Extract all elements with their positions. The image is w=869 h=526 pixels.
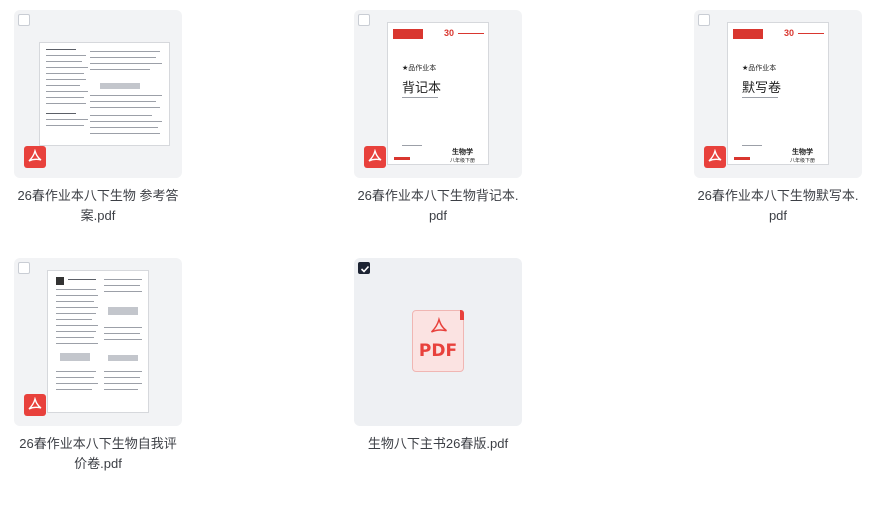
file-thumbnail[interactable] bbox=[14, 258, 182, 426]
document-preview bbox=[47, 270, 149, 413]
document-preview: 30 ★品作业本 背记本 生物学 八年级下册 bbox=[387, 22, 489, 165]
file-item[interactable]: 30 ★品作业本 背记本 生物学 八年级下册 26春作业本八下生物背记本.pdf bbox=[354, 10, 522, 226]
anniversary-mark: 30 bbox=[784, 28, 795, 38]
select-checkbox[interactable] bbox=[18, 14, 30, 26]
subject-label: 生物学 bbox=[452, 149, 473, 156]
file-item[interactable]: 26春作业本八下生物自我评价卷.pdf bbox=[14, 258, 182, 474]
document-preview bbox=[39, 42, 170, 146]
grade-label: 八年级下册 bbox=[450, 158, 476, 164]
cover-title: 默写卷 bbox=[742, 80, 782, 95]
subject-label: 生物学 bbox=[792, 149, 813, 156]
publisher-logo bbox=[733, 29, 763, 39]
file-name[interactable]: 26春作业本八下生物 参考答案.pdf bbox=[14, 186, 182, 226]
cover-title: 背记本 bbox=[402, 80, 442, 95]
file-item[interactable]: PDF 生物八下主书26春版.pdf bbox=[354, 258, 522, 454]
file-name[interactable]: 26春作业本八下生物默写本.pdf bbox=[694, 186, 862, 226]
file-name[interactable]: 26春作业本八下生物自我评价卷.pdf bbox=[14, 434, 182, 474]
file-thumbnail[interactable]: 30 ★品作业本 默写卷 生物学 八年级下册 bbox=[694, 10, 862, 178]
grade-label: 八年级下册 bbox=[790, 158, 816, 164]
select-checkbox[interactable] bbox=[358, 14, 370, 26]
pdf-icon bbox=[24, 146, 46, 168]
file-item[interactable]: 30 ★品作业本 默写卷 生物学 八年级下册 26春作业本八下生物默写本.pdf bbox=[694, 10, 862, 226]
check-icon bbox=[360, 265, 370, 273]
document-preview: 30 ★品作业本 默写卷 生物学 八年级下册 bbox=[727, 22, 829, 165]
select-checkbox[interactable] bbox=[698, 14, 710, 26]
file-thumbnail[interactable]: PDF bbox=[354, 258, 522, 426]
publisher-logo bbox=[393, 29, 423, 39]
series-label: ★品作业本 bbox=[402, 65, 437, 72]
anniversary-mark: 30 bbox=[444, 28, 455, 38]
pdf-icon bbox=[24, 394, 46, 416]
pdf-icon bbox=[364, 146, 386, 168]
file-name[interactable]: 生物八下主书26春版.pdf bbox=[354, 434, 522, 454]
file-thumbnail[interactable] bbox=[14, 10, 182, 178]
select-checkbox-checked[interactable] bbox=[358, 262, 370, 274]
pdf-file-icon: PDF bbox=[412, 310, 464, 372]
series-label: ★品作业本 bbox=[742, 65, 777, 72]
file-thumbnail[interactable]: 30 ★品作业本 背记本 生物学 八年级下册 bbox=[354, 10, 522, 178]
file-name[interactable]: 26春作业本八下生物背记本.pdf bbox=[354, 186, 522, 226]
pdf-icon bbox=[704, 146, 726, 168]
select-checkbox[interactable] bbox=[18, 262, 30, 274]
pdf-label: PDF bbox=[418, 341, 458, 361]
file-item[interactable]: 26春作业本八下生物 参考答案.pdf bbox=[14, 10, 182, 226]
